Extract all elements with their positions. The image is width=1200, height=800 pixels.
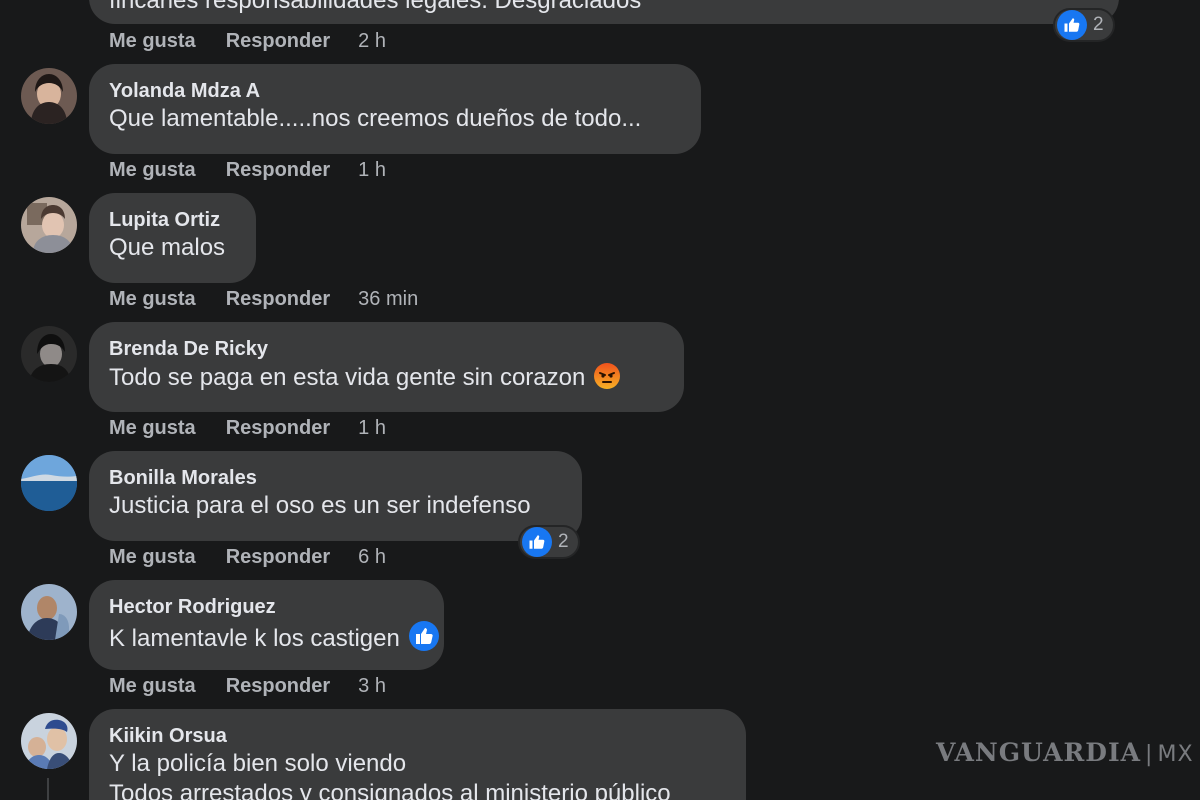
comment-text: K lamentavle k los castigen — [109, 620, 439, 654]
comment-author[interactable]: Brenda De Ricky — [109, 336, 664, 362]
watermark-separator: | — [1145, 742, 1154, 767]
reaction-count-pill[interactable]: 2 — [518, 525, 580, 559]
reply-link[interactable]: Responder — [226, 546, 330, 569]
reply-link[interactable]: Responder — [226, 288, 330, 311]
comment-bubble: Bonilla Morales Justicia para el oso es … — [89, 451, 582, 541]
reply-link[interactable]: Responder — [226, 30, 330, 53]
comment-author[interactable]: Lupita Ortiz — [109, 207, 236, 233]
comment-bubble: Kiikin Orsua Y la policía bien solo vien… — [89, 709, 746, 800]
reaction-count-pill[interactable]: 2 — [1053, 8, 1115, 42]
vanguardia-watermark: VANGUARDIA | MX — [936, 738, 1194, 767]
comment-bubble: fincarles responsabilidades legales. Des… — [89, 0, 1119, 24]
comment-actions: Me gusta Responder 36 min — [109, 288, 418, 311]
angry-face-icon — [593, 362, 621, 390]
comment-author[interactable]: Hector Rodriguez — [109, 594, 424, 620]
like-icon — [522, 527, 552, 557]
comment-bubble: Yolanda Mdza A Que lamentable.....nos cr… — [89, 64, 701, 154]
avatar[interactable] — [21, 68, 77, 124]
like-link[interactable]: Me gusta — [109, 417, 196, 440]
comment-text-content: Todo se paga en esta vida gente sin cora… — [109, 364, 586, 391]
comment-actions: Me gusta Responder 2 h — [109, 30, 386, 53]
comment-author[interactable]: Bonilla Morales — [109, 465, 562, 491]
comment-actions: Me gusta Responder 1 h — [109, 417, 386, 440]
like-link[interactable]: Me gusta — [109, 288, 196, 311]
comment-thread: fincarles responsabilidades legales. Des… — [0, 0, 1200, 800]
comment-text: fincarles responsabilidades legales. Des… — [109, 0, 642, 14]
comment-actions: Me gusta Responder 6 h — [109, 546, 386, 569]
reply-link[interactable]: Responder — [226, 417, 330, 440]
avatar[interactable] — [21, 197, 77, 253]
comment-actions: Me gusta Responder 1 h — [109, 159, 386, 182]
timestamp-link[interactable]: 1 h — [358, 159, 386, 182]
comment-bubble: Lupita Ortiz Que malos — [89, 193, 256, 283]
like-link[interactable]: Me gusta — [109, 159, 196, 182]
like-link[interactable]: Me gusta — [109, 30, 196, 53]
watermark-brand: VANGUARDIA — [936, 738, 1142, 767]
comment-actions: Me gusta Responder 3 h — [109, 675, 386, 698]
comment-text: Y la policía bien solo viendo — [109, 750, 407, 777]
avatar[interactable] — [21, 584, 77, 640]
avatar[interactable] — [21, 455, 77, 511]
reply-link[interactable]: Responder — [226, 159, 330, 182]
like-link[interactable]: Me gusta — [109, 675, 196, 698]
comment-text-line2: Todos arrestados y consignados al minist… — [109, 780, 671, 800]
avatar[interactable] — [21, 713, 77, 769]
timestamp-link[interactable]: 3 h — [358, 675, 386, 698]
comment-bubble: Hector Rodriguez K lamentavle k los cast… — [89, 580, 444, 670]
comment-text: Que malos — [109, 234, 226, 261]
timestamp-link[interactable]: 2 h — [358, 30, 386, 53]
like-link[interactable]: Me gusta — [109, 546, 196, 569]
reaction-count: 2 — [558, 531, 569, 552]
comment-text: Que lamentable.....nos creemos dueños de… — [109, 105, 642, 132]
timestamp-link[interactable]: 6 h — [358, 546, 386, 569]
like-icon — [408, 620, 440, 652]
comment-bubble: Brenda De Ricky Todo se paga en esta vid… — [89, 322, 684, 412]
like-icon — [1057, 10, 1087, 40]
comment-author[interactable]: Yolanda Mdza A — [109, 78, 681, 104]
watermark-suffix: MX — [1157, 742, 1194, 767]
timestamp-link[interactable]: 1 h — [358, 417, 386, 440]
reply-link[interactable]: Responder — [226, 675, 330, 698]
reply-thread-line — [47, 778, 49, 800]
reaction-count: 2 — [1093, 14, 1104, 35]
timestamp-link[interactable]: 36 min — [358, 288, 418, 311]
avatar[interactable] — [21, 326, 77, 382]
comment-text: Todo se paga en esta vida gente sin cora… — [109, 362, 664, 393]
comment-text-content: K lamentavle k los castigen — [109, 625, 400, 652]
comment-text: Justicia para el oso es un ser indefenso — [109, 492, 531, 519]
comment-author[interactable]: Kiikin Orsua — [109, 723, 726, 749]
